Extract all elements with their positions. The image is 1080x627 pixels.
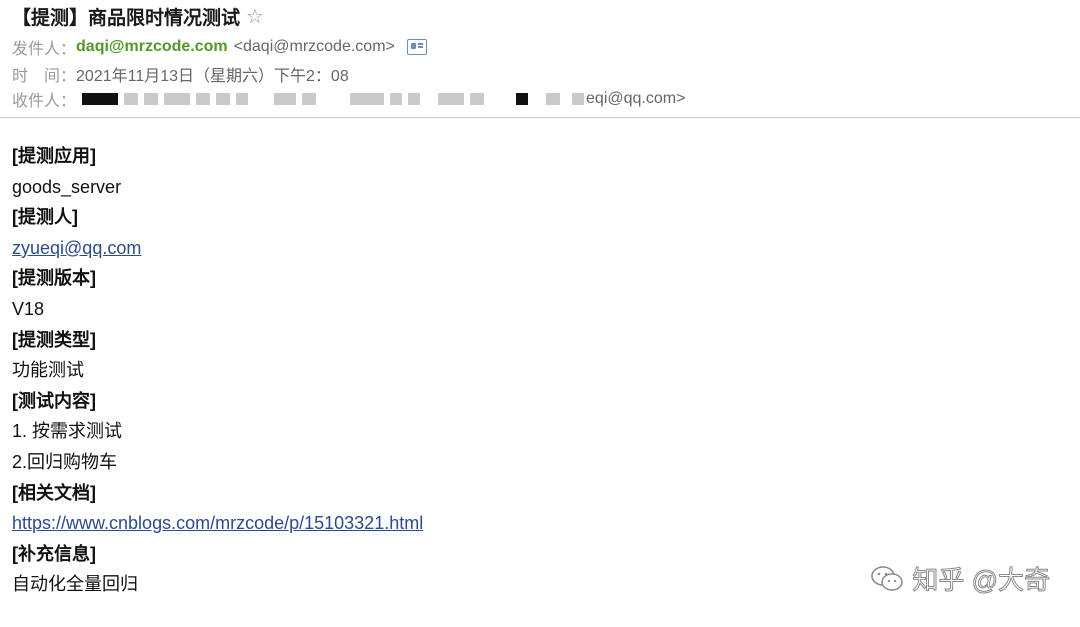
header-divider xyxy=(0,117,1080,118)
time-label: 时 间： xyxy=(12,68,77,85)
email-subject-row: 【提测】商品限时情况测试 ☆ xyxy=(12,2,264,30)
star-icon[interactable]: ☆ xyxy=(246,4,264,29)
time-value: 2021年11月13日（星期六）下午2：08 xyxy=(76,68,349,85)
test-content-item-2: 2.回归购物车 xyxy=(12,451,118,472)
version-value: V18 xyxy=(12,298,45,319)
time-row: 时 间： 2021年11月13日（星期六）下午2：08 xyxy=(12,63,349,85)
heading-extra-info: [补充信息] xyxy=(12,543,96,564)
email-subject: 【提测】商品限时情况测试 xyxy=(12,7,241,29)
heading-test-content: [测试内容] xyxy=(12,390,96,411)
heading-submitter: [提测人] xyxy=(12,207,78,228)
heading-version: [提测版本] xyxy=(12,268,96,289)
docs-link[interactable]: https://www.cnblogs.com/mrzcode/p/151033… xyxy=(12,513,423,533)
heading-related-docs: [相关文档] xyxy=(12,482,96,503)
email-body: [提测应用] goods_server [提测人] zyueqi@qq.com … xyxy=(12,141,1012,600)
sender-name[interactable]: daqi@mrzcode.com xyxy=(76,38,228,56)
sender-address: <daqi@mrzcode.com> xyxy=(233,38,395,55)
type-value: 功能测试 xyxy=(12,360,84,381)
redacted-recipients xyxy=(82,93,585,105)
email-header: 【提测】商品限时情况测试 ☆ 发件人： daqi@mrzcode.com <da… xyxy=(0,0,1080,118)
wechat-icon xyxy=(871,565,904,591)
watermark-text: 知乎 @大奇 xyxy=(912,565,1051,596)
heading-type: [提测类型] xyxy=(12,329,96,350)
contact-card-icon[interactable] xyxy=(406,39,427,55)
watermark: 知乎 @大奇 xyxy=(870,560,1050,597)
heading-app: [提测应用] xyxy=(12,146,96,166)
app-value: goods_server xyxy=(12,176,122,197)
to-label: 收件人： xyxy=(12,93,77,110)
submitter-line: zyueqi@qq.com xyxy=(12,233,1012,264)
recipients-tail: eqi@qq.com> xyxy=(586,90,686,107)
extra-info-value: 自动化全量回归 xyxy=(12,574,138,595)
recipients-row: 收件人： eqi@qq.com> xyxy=(12,88,685,110)
docs-line: https://www.cnblogs.com/mrzcode/p/151033… xyxy=(12,508,1012,539)
from-label: 发件人： xyxy=(12,41,77,58)
test-content-item-1: 1. 按需求测试 xyxy=(12,421,123,442)
submitter-email-link[interactable]: zyueqi@qq.com xyxy=(12,238,141,258)
sender-row: 发件人： daqi@mrzcode.com <daqi@mrzcode.com> xyxy=(12,36,427,58)
